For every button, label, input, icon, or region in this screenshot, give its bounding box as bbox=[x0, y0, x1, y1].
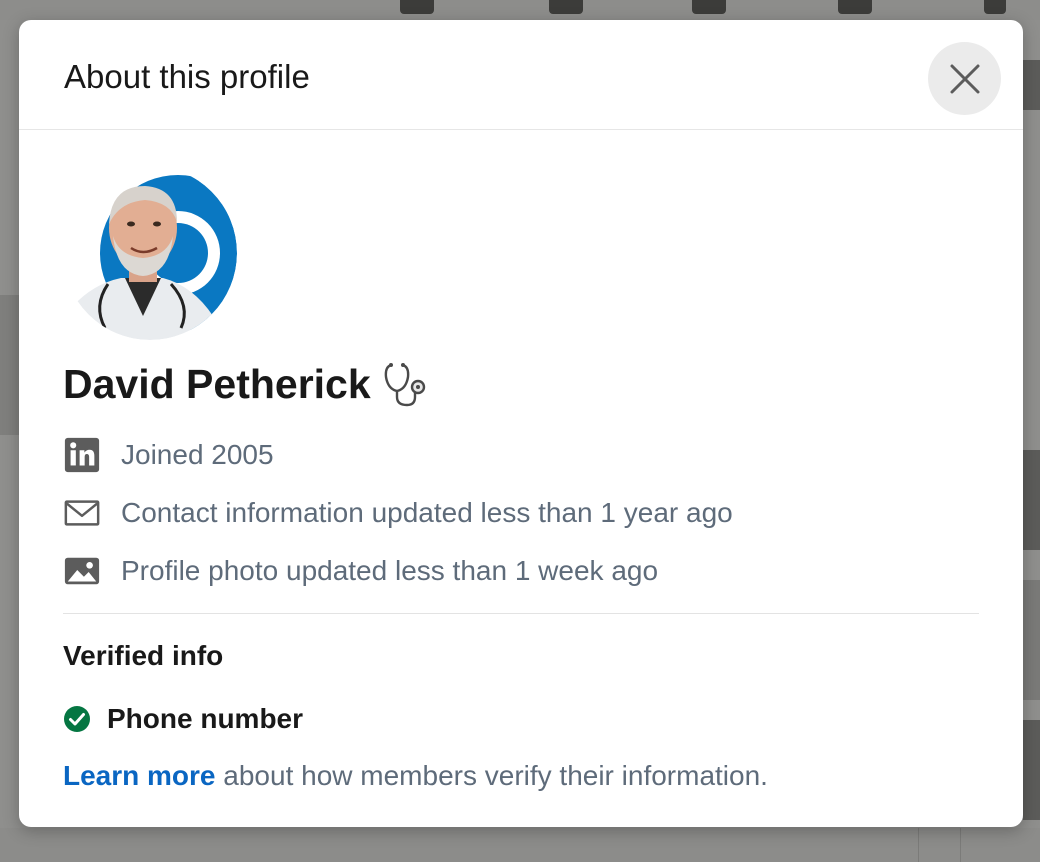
joined-row: Joined 2005 bbox=[63, 435, 274, 475]
profile-name-heading: David Petherick bbox=[63, 360, 429, 408]
learn-more-link[interactable]: Learn more bbox=[63, 760, 216, 791]
background-nav-icon bbox=[549, 0, 583, 14]
profile-photo bbox=[63, 166, 237, 340]
close-button[interactable] bbox=[928, 42, 1001, 115]
background-nav-icon bbox=[400, 0, 434, 14]
stethoscope-icon bbox=[384, 363, 425, 407]
modal-title: About this profile bbox=[64, 58, 310, 95]
profile-name: David Petherick bbox=[63, 361, 371, 407]
close-icon bbox=[950, 64, 979, 93]
avatar[interactable] bbox=[63, 166, 237, 340]
contact-info-row: Contact information updated less than 1 … bbox=[63, 493, 733, 533]
background-right-thumbnail bbox=[1023, 60, 1040, 110]
section-divider bbox=[63, 613, 979, 614]
profile-photo-row: Profile photo updated less than 1 week a… bbox=[63, 551, 658, 591]
verified-item-label: Phone number bbox=[107, 703, 304, 734]
verified-item-phone: Phone number bbox=[63, 699, 303, 739]
background-nav-icon bbox=[984, 0, 1006, 14]
background-nav-bar bbox=[0, 0, 1040, 20]
modal-header: About this profile bbox=[19, 20, 1023, 130]
learn-more-text: Learn more about how members verify thei… bbox=[63, 758, 768, 794]
background-nav-icon bbox=[838, 0, 872, 14]
background-right-column bbox=[1023, 20, 1040, 862]
verified-info-heading: Verified info bbox=[63, 640, 224, 671]
background-right-thumbnail bbox=[1023, 720, 1040, 820]
linkedin-icon bbox=[63, 435, 103, 475]
learn-more-description: about how members verify their informati… bbox=[215, 760, 768, 791]
background-right-thumbnail bbox=[1023, 450, 1040, 550]
profile-photo-text: Profile photo updated less than 1 week a… bbox=[121, 555, 659, 586]
contact-info-text: Contact information updated less than 1 … bbox=[121, 497, 733, 528]
envelope-icon bbox=[63, 493, 103, 533]
joined-text: Joined 2005 bbox=[121, 439, 274, 470]
background-divider bbox=[960, 828, 961, 862]
background-left-card bbox=[0, 295, 19, 435]
background-right-thumbnail bbox=[1023, 580, 1040, 700]
background-divider bbox=[918, 828, 919, 862]
background-left-column bbox=[0, 20, 19, 862]
checkmark-circle-icon bbox=[64, 706, 90, 732]
background-nav-icon bbox=[692, 0, 726, 14]
background-bottom-area bbox=[0, 828, 1040, 862]
about-profile-modal: About this profile David Petherick Joine… bbox=[19, 20, 1023, 827]
image-icon bbox=[63, 551, 103, 591]
